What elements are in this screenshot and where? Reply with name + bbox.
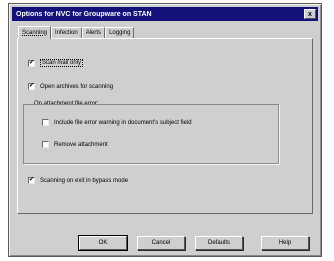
scanning-on-exit-label: Scanning on exit in bypass mode [40, 177, 129, 184]
window-title: Options for NVC for Groupware on STAN [16, 10, 152, 18]
tab-scanning[interactable]: Scanning [18, 26, 52, 39]
close-button[interactable]: x [304, 9, 316, 19]
ok-button[interactable]: OK [78, 235, 128, 251]
scan-mail-only-label: Scan mail only [40, 59, 84, 67]
cancel-button[interactable]: Cancel [137, 236, 185, 250]
options-dialog: Options for NVC for Groupware on STAN x … [8, 3, 322, 257]
scanning-on-exit-option[interactable]: ✔ Scanning on exit in bypass mode [28, 177, 128, 184]
tab-infection[interactable]: Infection [51, 27, 82, 38]
open-archives-option[interactable]: ✔ Open archives for scanning [28, 83, 113, 90]
close-icon: x [308, 11, 312, 18]
open-archives-label: Open archives for scanning [40, 83, 114, 90]
defaults-button[interactable]: Defaults [195, 236, 243, 250]
help-button[interactable]: Help [261, 236, 309, 250]
scanning-on-exit-checkbox[interactable]: ✔ [28, 177, 35, 184]
tab-alerts[interactable]: Alerts [81, 27, 106, 38]
attachment-error-groupbox [23, 104, 279, 164]
tab-strip: Scanning Infection Alerts Logging [18, 26, 135, 39]
tab-logging[interactable]: Logging [105, 27, 135, 38]
open-archives-checkbox[interactable]: ✔ [28, 83, 35, 90]
scan-mail-only-option[interactable]: ✔ Scan mail only [28, 59, 84, 67]
scan-mail-only-checkbox[interactable]: ✔ [28, 59, 35, 67]
title-bar[interactable]: Options for NVC for Groupware on STAN x [12, 7, 318, 21]
